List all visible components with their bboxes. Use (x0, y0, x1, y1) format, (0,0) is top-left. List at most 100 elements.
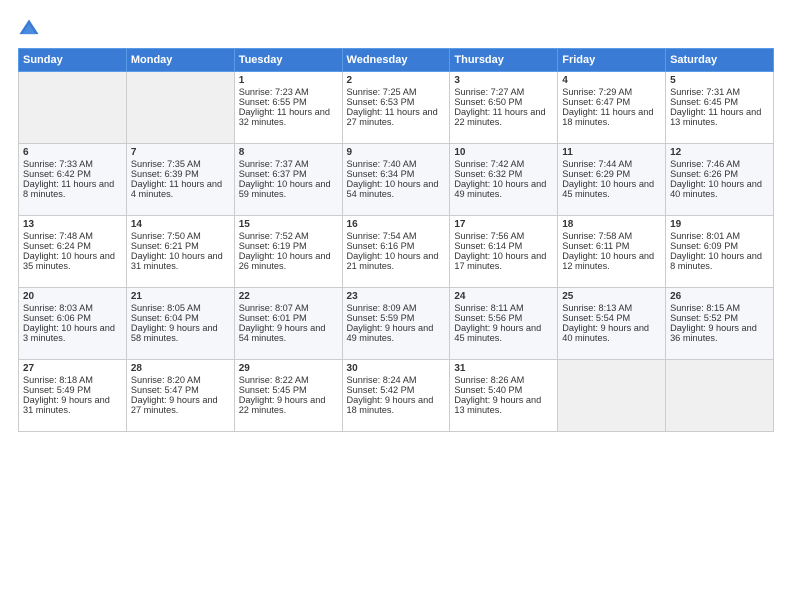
day-cell (666, 360, 774, 432)
day-cell: 29 Sunrise: 8:22 AM Sunset: 5:45 PM Dayl… (234, 360, 342, 432)
daylight: Daylight: 9 hours and 18 minutes. (347, 395, 434, 415)
daylight: Daylight: 10 hours and 35 minutes. (23, 251, 115, 271)
day-cell: 31 Sunrise: 8:26 AM Sunset: 5:40 PM Dayl… (450, 360, 558, 432)
sunrise: Sunrise: 7:52 AM (239, 231, 309, 241)
day-number: 20 (23, 291, 122, 302)
day-cell: 10 Sunrise: 7:42 AM Sunset: 6:32 PM Dayl… (450, 144, 558, 216)
sunset: Sunset: 6:19 PM (239, 241, 307, 251)
sunset: Sunset: 5:40 PM (454, 385, 522, 395)
day-number: 2 (347, 75, 446, 86)
sunrise: Sunrise: 8:24 AM (347, 375, 417, 385)
day-cell: 20 Sunrise: 8:03 AM Sunset: 6:06 PM Dayl… (19, 288, 127, 360)
day-cell: 15 Sunrise: 7:52 AM Sunset: 6:19 PM Dayl… (234, 216, 342, 288)
day-header-thursday: Thursday (450, 49, 558, 72)
sunrise: Sunrise: 8:11 AM (454, 303, 523, 313)
day-header-wednesday: Wednesday (342, 49, 450, 72)
day-header-tuesday: Tuesday (234, 49, 342, 72)
day-number: 5 (670, 75, 769, 86)
sunset: Sunset: 5:54 PM (562, 313, 630, 323)
page: SundayMondayTuesdayWednesdayThursdayFrid… (0, 0, 792, 612)
sunset: Sunset: 5:49 PM (23, 385, 91, 395)
sunset: Sunset: 6:04 PM (131, 313, 199, 323)
day-cell: 13 Sunrise: 7:48 AM Sunset: 6:24 PM Dayl… (19, 216, 127, 288)
daylight: Daylight: 11 hours and 22 minutes. (454, 107, 545, 127)
sunset: Sunset: 6:01 PM (239, 313, 307, 323)
sunrise: Sunrise: 8:03 AM (23, 303, 93, 313)
day-cell (558, 360, 666, 432)
week-row-1: 1 Sunrise: 7:23 AM Sunset: 6:55 PM Dayli… (19, 72, 774, 144)
day-cell: 23 Sunrise: 8:09 AM Sunset: 5:59 PM Dayl… (342, 288, 450, 360)
day-cell: 6 Sunrise: 7:33 AM Sunset: 6:42 PM Dayli… (19, 144, 127, 216)
day-cell: 24 Sunrise: 8:11 AM Sunset: 5:56 PM Dayl… (450, 288, 558, 360)
sunrise: Sunrise: 7:29 AM (562, 87, 632, 97)
sunset: Sunset: 6:14 PM (454, 241, 522, 251)
day-cell: 27 Sunrise: 8:18 AM Sunset: 5:49 PM Dayl… (19, 360, 127, 432)
day-header-sunday: Sunday (19, 49, 127, 72)
sunrise: Sunrise: 7:33 AM (23, 159, 93, 169)
day-number: 6 (23, 147, 122, 158)
day-number: 26 (670, 291, 769, 302)
day-cell: 12 Sunrise: 7:46 AM Sunset: 6:26 PM Dayl… (666, 144, 774, 216)
header-row: SundayMondayTuesdayWednesdayThursdayFrid… (19, 49, 774, 72)
sunrise: Sunrise: 7:44 AM (562, 159, 632, 169)
day-number: 28 (131, 363, 230, 374)
sunrise: Sunrise: 7:58 AM (562, 231, 632, 241)
day-cell: 28 Sunrise: 8:20 AM Sunset: 5:47 PM Dayl… (126, 360, 234, 432)
day-number: 17 (454, 219, 553, 230)
header (18, 18, 774, 40)
sunset: Sunset: 6:29 PM (562, 169, 630, 179)
calendar-table: SundayMondayTuesdayWednesdayThursdayFrid… (18, 48, 774, 432)
sunset: Sunset: 6:26 PM (670, 169, 738, 179)
sunrise: Sunrise: 7:35 AM (131, 159, 201, 169)
logo (18, 18, 44, 40)
day-cell: 30 Sunrise: 8:24 AM Sunset: 5:42 PM Dayl… (342, 360, 450, 432)
day-number: 11 (562, 147, 661, 158)
sunset: Sunset: 5:52 PM (670, 313, 738, 323)
sunrise: Sunrise: 7:42 AM (454, 159, 524, 169)
day-header-saturday: Saturday (666, 49, 774, 72)
sunset: Sunset: 6:55 PM (239, 97, 307, 107)
sunrise: Sunrise: 8:26 AM (454, 375, 524, 385)
daylight: Daylight: 10 hours and 54 minutes. (347, 179, 439, 199)
day-cell: 4 Sunrise: 7:29 AM Sunset: 6:47 PM Dayli… (558, 72, 666, 144)
day-cell: 25 Sunrise: 8:13 AM Sunset: 5:54 PM Dayl… (558, 288, 666, 360)
day-cell: 1 Sunrise: 7:23 AM Sunset: 6:55 PM Dayli… (234, 72, 342, 144)
day-cell (19, 72, 127, 144)
day-cell: 18 Sunrise: 7:58 AM Sunset: 6:11 PM Dayl… (558, 216, 666, 288)
week-row-3: 13 Sunrise: 7:48 AM Sunset: 6:24 PM Dayl… (19, 216, 774, 288)
day-number: 25 (562, 291, 661, 302)
day-cell: 19 Sunrise: 8:01 AM Sunset: 6:09 PM Dayl… (666, 216, 774, 288)
sunrise: Sunrise: 7:40 AM (347, 159, 417, 169)
day-cell: 17 Sunrise: 7:56 AM Sunset: 6:14 PM Dayl… (450, 216, 558, 288)
week-row-4: 20 Sunrise: 8:03 AM Sunset: 6:06 PM Dayl… (19, 288, 774, 360)
sunset: Sunset: 6:16 PM (347, 241, 415, 251)
sunset: Sunset: 5:45 PM (239, 385, 307, 395)
sunset: Sunset: 6:50 PM (454, 97, 522, 107)
day-cell: 2 Sunrise: 7:25 AM Sunset: 6:53 PM Dayli… (342, 72, 450, 144)
daylight: Daylight: 11 hours and 27 minutes. (347, 107, 438, 127)
day-number: 12 (670, 147, 769, 158)
sunrise: Sunrise: 8:22 AM (239, 375, 309, 385)
day-cell: 16 Sunrise: 7:54 AM Sunset: 6:16 PM Dayl… (342, 216, 450, 288)
sunset: Sunset: 6:39 PM (131, 169, 199, 179)
sunset: Sunset: 6:34 PM (347, 169, 415, 179)
sunset: Sunset: 6:32 PM (454, 169, 522, 179)
daylight: Daylight: 10 hours and 49 minutes. (454, 179, 546, 199)
sunrise: Sunrise: 7:54 AM (347, 231, 417, 241)
daylight: Daylight: 10 hours and 17 minutes. (454, 251, 546, 271)
day-number: 16 (347, 219, 446, 230)
sunrise: Sunrise: 8:07 AM (239, 303, 309, 313)
day-cell: 11 Sunrise: 7:44 AM Sunset: 6:29 PM Dayl… (558, 144, 666, 216)
day-number: 15 (239, 219, 338, 230)
daylight: Daylight: 9 hours and 54 minutes. (239, 323, 326, 343)
sunrise: Sunrise: 8:01 AM (670, 231, 740, 241)
day-cell: 22 Sunrise: 8:07 AM Sunset: 6:01 PM Dayl… (234, 288, 342, 360)
day-header-friday: Friday (558, 49, 666, 72)
daylight: Daylight: 9 hours and 58 minutes. (131, 323, 218, 343)
daylight: Daylight: 9 hours and 31 minutes. (23, 395, 110, 415)
sunrise: Sunrise: 7:23 AM (239, 87, 309, 97)
sunset: Sunset: 6:37 PM (239, 169, 307, 179)
day-number: 22 (239, 291, 338, 302)
sunset: Sunset: 6:06 PM (23, 313, 91, 323)
day-cell: 21 Sunrise: 8:05 AM Sunset: 6:04 PM Dayl… (126, 288, 234, 360)
